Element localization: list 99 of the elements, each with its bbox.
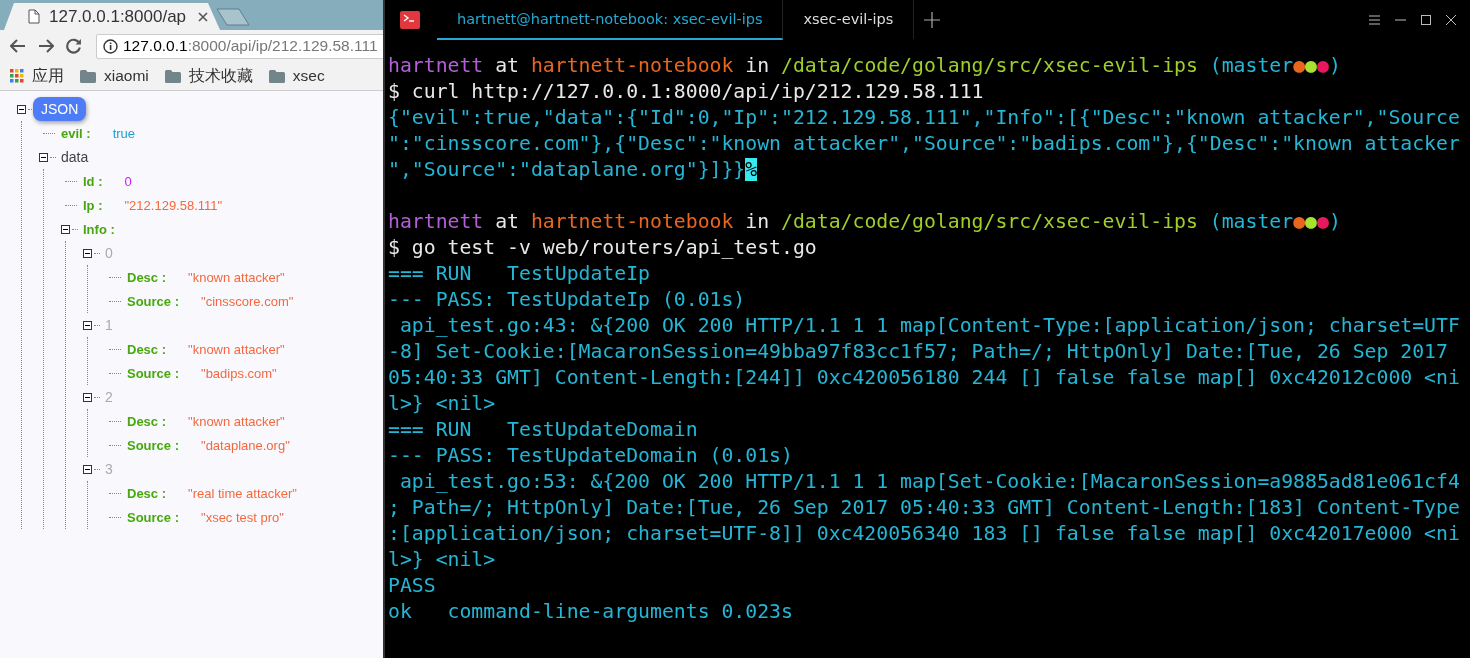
json-key: Desc : <box>127 485 167 501</box>
prompt-branch: (master <box>1208 54 1294 77</box>
reload-icon[interactable] <box>66 38 82 54</box>
json-value: "cinsscore.com" <box>201 293 294 309</box>
prompt-word: at <box>494 210 520 233</box>
json-value: "known attacker" <box>188 341 285 357</box>
output-line: ok command-line-arguments 0.023s <box>388 600 793 623</box>
collapse-toggle[interactable] <box>83 248 92 258</box>
url-text: 127.0.0.1:8000/api/ip/212.129.58.111 <box>123 37 378 55</box>
json-value: "212.129.58.111" <box>124 197 223 213</box>
json-key: Source : <box>127 293 179 309</box>
bookmark[interactable]: 应用 <box>10 65 64 87</box>
json-value: "real time attacker" <box>188 485 297 501</box>
close-icon[interactable] <box>1446 15 1456 25</box>
collapse-toggle[interactable] <box>83 320 92 330</box>
array-index: 0 <box>105 245 113 261</box>
apps-grid-icon <box>10 69 24 83</box>
json-key: Desc : <box>127 341 167 357</box>
prompt-host: hartnett-notebook <box>530 210 734 233</box>
array-index: 2 <box>105 389 113 405</box>
command-text: $ go test -v web/routers/api_test.go <box>388 236 817 259</box>
output-line: PASS <box>388 574 436 597</box>
command-text: $ curl http://127.0.0.1:8000/api/ip/212.129.58.111 <box>388 80 984 103</box>
json-key: Ip : <box>83 197 103 213</box>
back-icon[interactable] <box>10 38 26 54</box>
status-dot: ● <box>1293 54 1306 77</box>
output-line: {"evil":true,"data":{"Id":0,"Ip":"212.129.58.111","Info":[{"Desc":"known attacker","Source <box>388 106 1460 129</box>
terminal-tab[interactable]: hartnett@hartnett-notebook: xsec-evil-ips <box>437 0 784 40</box>
close-icon[interactable] <box>198 11 208 22</box>
prompt-word: in <box>744 210 771 233</box>
output-line: l>} <nil> <box>388 548 496 571</box>
output-line: -8] Set-Cookie:[MacaronSession=49bba97f83cc1f57; Path=/; HttpOnly] Date:[Tue, 26 Sep 2017 <box>388 340 1448 363</box>
cursor-block: % <box>745 158 758 181</box>
root-badge[interactable]: JSON <box>33 97 87 121</box>
output-line: 05:40:33 GMT] Content-Length:[244]] 0xc420056180 244 [] false false map[] 0xc42012c000 <ni <box>388 366 1460 389</box>
json-value: "known attacker" <box>188 269 285 285</box>
prompt-word: at <box>494 54 520 77</box>
array-index: 3 <box>105 461 113 477</box>
terminal-tab[interactable]: xsec-evil-ips <box>783 0 915 40</box>
prompt-branch: ) <box>1328 210 1341 233</box>
json-key: data <box>61 149 89 165</box>
json-key: Id : <box>83 173 103 189</box>
json-key: Source : <box>127 437 179 453</box>
json-key: Info : <box>83 221 115 237</box>
prompt-user: hartnett <box>388 210 484 233</box>
json-value: "xsec test pro" <box>201 509 284 525</box>
folder-icon <box>80 69 96 83</box>
bookmark[interactable]: xiaomi <box>80 67 149 85</box>
info-icon[interactable] <box>103 38 118 54</box>
json-value: 0 <box>124 173 132 189</box>
output-line: === RUN TestUpdateIp <box>388 262 650 285</box>
output-line: l>} <nil> <box>388 392 496 415</box>
prompt-path: /data/code/golang/src/xsec-evil-ips <box>781 54 1198 77</box>
output-line: api_test.go:43: &{200 OK 200 HTTP/1.1 1 1 map[Content-Type:[application/json; charset=UTF <box>398 314 1460 337</box>
status-dot: ● <box>1305 210 1317 233</box>
json-value: "dataplane.org" <box>201 437 290 453</box>
output-line: api_test.go:53: &{200 OK 200 HTTP/1.1 1 1 map[Set-Cookie:[MacaronSession=a9885ad81e061cf4 <box>398 470 1460 493</box>
status-dot: ● <box>1317 54 1329 77</box>
forward-icon[interactable] <box>38 38 54 54</box>
prompt-path: /data/code/golang/src/xsec-evil-ips <box>781 210 1198 233</box>
page-icon <box>28 9 40 24</box>
json-key: Source : <box>127 365 179 381</box>
collapse-toggle[interactable] <box>83 464 92 474</box>
maximize-icon[interactable] <box>1421 15 1431 25</box>
status-dot: ● <box>1317 210 1329 233</box>
prompt-branch: (master <box>1208 210 1294 233</box>
folder-icon <box>268 69 285 83</box>
prompt-user: hartnett <box>388 54 484 77</box>
json-key: evil : <box>61 125 91 141</box>
status-dot: ● <box>1293 210 1306 233</box>
collapse-toggle[interactable] <box>83 392 92 402</box>
output-line: ; Path=/; HttpOnly] Date:[Tue, 26 Sep 2017 05:40:33 GMT] Content-Length:[183] Content-Type <box>388 496 1460 519</box>
prompt-host: hartnett-notebook <box>530 54 734 77</box>
address-bar[interactable]: 127.0.0.1:8000/api/ip/212.129.58.111 <box>96 33 383 59</box>
browser-tab[interactable]: 127.0.0.1:8000/ap <box>4 3 220 30</box>
collapse-toggle[interactable] <box>39 152 48 162</box>
menu-icon[interactable] <box>1369 15 1380 25</box>
bookmark[interactable]: xsec <box>268 67 325 85</box>
json-key: Source : <box>127 509 179 525</box>
prompt-branch: ) <box>1328 54 1341 77</box>
json-key: Desc : <box>127 269 167 285</box>
terminal-app-icon <box>400 11 420 29</box>
collapse-toggle[interactable] <box>61 224 70 234</box>
output-line: :[application/json; charset=UTF-8]] 0xc420056340 183 [] false false map[] 0xc42017e000 <ni <box>388 522 1460 545</box>
json-value: "badips.com" <box>201 365 277 381</box>
json-value: "known attacker" <box>188 413 285 429</box>
status-dot: ● <box>1305 54 1317 77</box>
folder-icon <box>164 69 181 83</box>
output-line: --- PASS: TestUpdateIp (0.01s) <box>388 288 746 311</box>
array-index: 1 <box>105 317 113 333</box>
collapse-toggle[interactable] <box>17 104 26 114</box>
output-line: ":"cinsscore.com"},{"Desc":"known attacker","Source":"badips.com"},{"Desc":"known attacker <box>388 132 1460 155</box>
output-line: --- PASS: TestUpdateDomain (0.01s) <box>388 444 793 467</box>
bookmark[interactable]: 技术收藏 <box>164 65 253 87</box>
output-line: === RUN TestUpdateDomain <box>388 418 698 441</box>
json-value: true <box>112 125 136 141</box>
json-key: Desc : <box>127 413 167 429</box>
prompt-word: in <box>744 54 771 77</box>
plus-icon[interactable] <box>924 12 941 28</box>
